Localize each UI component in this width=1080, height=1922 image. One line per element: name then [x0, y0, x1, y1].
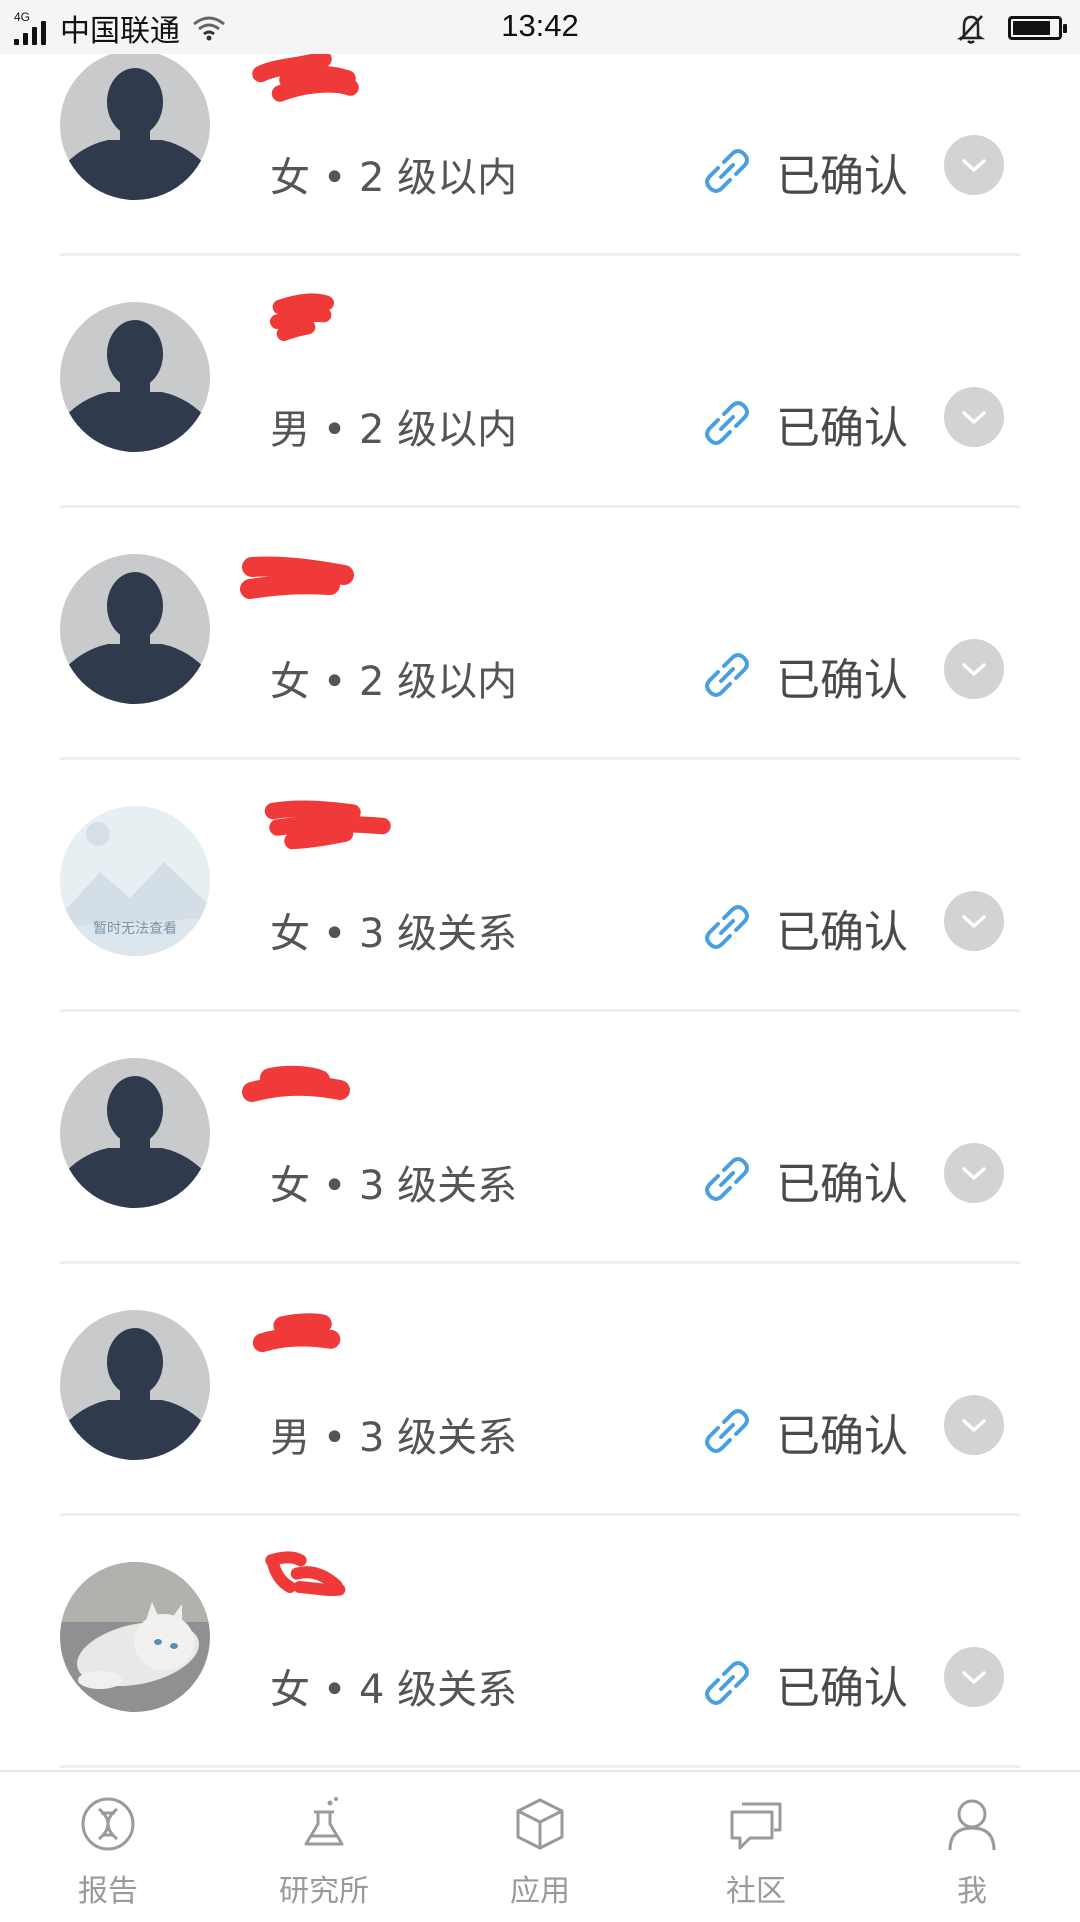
tab-report[interactable]: 报告	[28, 1772, 188, 1922]
confirmed-status: 已确认	[776, 1663, 908, 1714]
tab-label: 报告	[78, 1874, 138, 1909]
battery-icon	[1008, 16, 1067, 40]
expand-button[interactable]	[944, 639, 1004, 699]
status-bar: 4G 中国联通 13:42	[0, 0, 1080, 54]
flask-icon	[304, 1797, 344, 1846]
default-avatar-icon	[60, 1310, 210, 1460]
redacted-name	[270, 293, 334, 341]
chevron-down-icon	[962, 411, 986, 424]
list-item[interactable]: 男 • 2 级以内 已确认	[0, 252, 1080, 508]
link-icon	[705, 653, 749, 697]
contact-meta: 女 • 3 级关系	[270, 1163, 518, 1209]
cube-icon	[516, 1798, 564, 1850]
bell-muted-icon	[956, 15, 986, 44]
chevron-down-icon	[962, 1419, 986, 1432]
chevron-down-icon	[962, 915, 986, 928]
avatar[interactable]	[60, 1310, 210, 1460]
avatar[interactable]	[60, 1058, 210, 1208]
confirmed-status: 已确认	[776, 403, 908, 454]
default-avatar-icon	[60, 554, 210, 704]
chat-icon	[730, 1802, 782, 1850]
contact-meta: 女 • 2 级以内	[270, 659, 518, 705]
chevron-down-icon	[962, 1671, 986, 1684]
expand-button[interactable]	[944, 387, 1004, 447]
link-icon	[705, 401, 749, 445]
person-icon	[948, 1799, 996, 1851]
tab-me[interactable]: 我	[892, 1772, 1052, 1922]
link-icon	[705, 1409, 749, 1453]
list-item[interactable]: 女 • 4 级关系 已确认	[0, 1512, 1080, 1768]
expand-button[interactable]	[944, 1143, 1004, 1203]
confirmed-status: 已确认	[776, 151, 908, 202]
redacted-name	[264, 800, 391, 850]
tab-institute[interactable]: 研究所	[244, 1772, 404, 1922]
redacted-name	[265, 1551, 346, 1596]
link-icon	[705, 149, 749, 193]
list-item[interactable]: 男 • 3 级关系 已确认	[0, 1260, 1080, 1516]
chevron-down-icon	[962, 663, 986, 676]
tab-community[interactable]: 社区	[676, 1772, 836, 1922]
dna-icon	[81, 1797, 135, 1851]
expand-button[interactable]	[944, 1395, 1004, 1455]
redacted-name	[240, 556, 354, 599]
avatar[interactable]	[60, 302, 210, 452]
clock: 13:42	[501, 8, 579, 43]
confirmed-status: 已确认	[776, 655, 908, 706]
expand-button[interactable]	[944, 135, 1004, 195]
confirmed-status: 已确认	[776, 1411, 908, 1462]
divider	[60, 1765, 1020, 1768]
contact-meta: 女 • 2 级以内	[270, 155, 518, 201]
avatar[interactable]: 暂时无法查看	[60, 806, 210, 956]
tab-label: 研究所	[279, 1874, 369, 1909]
confirmed-status: 已确认	[776, 907, 908, 958]
tab-label: 我	[957, 1874, 987, 1909]
confirmed-status: 已确认	[776, 1159, 908, 1210]
image-unavailable-text: 暂时无法查看	[93, 921, 177, 937]
contact-meta: 女 • 4 级关系	[270, 1667, 518, 1713]
contact-meta: 男 • 2 级以内	[270, 407, 518, 453]
list-item[interactable]: 暂时无法查看 女 • 3 级关系 已确认	[0, 756, 1080, 1012]
link-icon	[705, 905, 749, 949]
bottom-tab-bar: 报告 研究所 应用 社区 我	[0, 1770, 1080, 1922]
redacted-name	[252, 1313, 341, 1353]
expand-button[interactable]	[944, 891, 1004, 951]
list-item[interactable]: 女 • 2 级以内 已确认	[0, 504, 1080, 760]
default-avatar-icon	[60, 50, 210, 200]
default-avatar-icon	[60, 1058, 210, 1208]
contact-meta: 女 • 3 级关系	[270, 911, 518, 957]
contact-meta: 男 • 3 级关系	[270, 1415, 518, 1461]
tab-label: 应用	[510, 1874, 570, 1909]
default-avatar-icon	[60, 302, 210, 452]
link-icon	[705, 1661, 749, 1705]
tab-apps[interactable]: 应用	[460, 1772, 620, 1922]
list-item[interactable]: 女 • 3 级关系 已确认	[0, 1008, 1080, 1264]
chevron-down-icon	[962, 159, 986, 172]
status-right	[956, 12, 1067, 44]
avatar[interactable]	[60, 554, 210, 704]
cat-photo-icon	[60, 1562, 210, 1712]
expand-button[interactable]	[944, 1647, 1004, 1707]
avatar[interactable]	[60, 1562, 210, 1712]
tab-label: 社区	[726, 1874, 786, 1909]
chevron-down-icon	[962, 1167, 986, 1180]
redacted-name	[242, 1065, 350, 1102]
avatar[interactable]	[60, 50, 210, 200]
link-icon	[705, 1157, 749, 1201]
battery-level	[1013, 21, 1050, 35]
redacted-name	[252, 50, 359, 102]
